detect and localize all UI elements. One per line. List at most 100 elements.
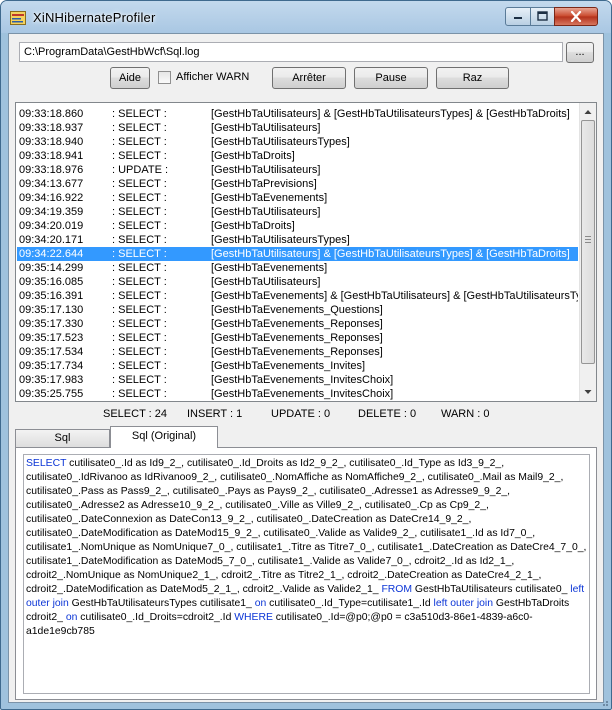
log-row-time: 09:35:17.130 [19,304,84,316]
log-row[interactable]: 09:34:22.644: SELECT : [GestHbTaUtilisate… [17,247,578,261]
tab-sql-original[interactable]: Sql (Original) [110,426,218,448]
log-row-type: : SELECT : [112,136,167,148]
log-row[interactable]: 09:35:17.523: SELECT : [GestHbTaEvenement… [17,331,578,345]
log-row[interactable]: 09:35:14.299: SELECT : [GestHbTaEvenement… [17,261,578,275]
log-row-time: 09:33:18.937 [19,122,84,134]
log-row-type: : SELECT : [112,108,167,120]
stop-button[interactable]: Arrêter [272,67,346,89]
log-row-time: 09:33:18.940 [19,136,84,148]
app-window: XiNHibernateProfiler ... Aide Afficher W… [0,0,612,710]
sql-tabs: Sql Sql (Original) [15,426,597,448]
log-row[interactable]: 09:34:16.922: SELECT : [GestHbTaEvenement… [17,191,578,205]
log-row-type: : SELECT : [112,220,167,232]
log-row[interactable]: 09:35:17.734: SELECT : [GestHbTaEvenement… [17,359,578,373]
log-row[interactable]: 09:35:16.391: SELECT : [GestHbTaEvenement… [17,289,578,303]
sql-keyword: SELECT [26,458,67,469]
sql-keyword: on [65,612,78,623]
select-count: SELECT : 24 [103,408,167,420]
insert-count: INSERT : 1 [187,408,243,420]
log-row-tables: [GestHbTaUtilisateurs] & [GestHbTaUtilis… [211,108,570,120]
minimize-icon [514,17,522,19]
sql-text: cutilisate0_.Id_Droits=cdroit2_.Id [77,612,235,623]
sql-original-panel: SELECT cutilisate0_.Id as Id9_2_, cutili… [15,447,597,700]
scrollbar-thumb[interactable] [581,120,595,364]
log-row-time: 09:35:17.734 [19,360,84,372]
checkbox-box[interactable] [158,71,171,84]
log-row[interactable]: 09:35:17.130 : SELECT : [GestHbTaEvenement… [17,303,578,317]
maximize-button[interactable] [530,7,555,26]
log-row-time: 09:35:17.983 [19,374,84,386]
minimize-button[interactable] [505,7,531,26]
browse-button[interactable]: ... [566,42,594,63]
log-row-time: 09:34:20.019 [19,220,84,232]
log-row-tables: [GestHbTaDroits] [211,150,295,162]
sql-text: GestHbTaUtilisateurs cutilisate0_ [412,584,571,595]
log-row-tables: [GestHbTaEvenements_Invites] [211,360,366,372]
sql-text: cutilisate0_.Id_Type=cutilisate1_.Id [266,598,434,609]
log-row[interactable]: 09:34:20.019: SELECT : [GestHbTaDroits] [17,219,578,233]
log-row-time: 09:35:14.299 [19,262,84,274]
log-path-input[interactable] [19,42,563,62]
log-row[interactable]: 09:34:13.677: SELECT : [GestHbTaPrevision… [17,177,578,191]
log-row-time: 09:35:17.330 [19,318,84,330]
log-row-type: : SELECT : [112,388,167,400]
resize-grip-icon[interactable] [599,697,609,707]
client-area: ... Aide Afficher WARN Arrêter Pause Raz… [8,33,604,703]
sql-keyword: WHERE [234,612,273,623]
pause-button[interactable]: Pause [354,67,428,89]
log-row-time: 09:33:18.941 [19,150,84,162]
log-row[interactable]: 09:33:18.937: SELECT : [GestHbTaUtilisate… [17,121,578,135]
log-row-time: 09:34:16.922 [19,192,84,204]
log-row-tables: [GestHbTaEvenements_InvitesChoix] [211,374,394,386]
log-row[interactable]: 09:34:20.171 : SELECT : [GestHbTaUtilisate… [17,233,578,247]
scroll-up-icon[interactable] [580,104,596,120]
log-row[interactable]: 09:35:17.330 : SELECT : [GestHbTaEvenement… [17,317,578,331]
log-row-tables: [GestHbTaEvenements_Questions] [211,304,383,316]
log-row-type: : SELECT : [112,262,167,274]
log-row-tables: [GestHbTaUtilisateursTypes] [211,234,350,246]
log-row-time: 09:34:20.171 [19,234,84,246]
update-count: UPDATE : 0 [271,408,331,420]
log-row-tables: [GestHbTaUtilisateursTypes] [211,136,350,148]
log-row-type: : SELECT : [112,318,167,330]
close-button[interactable] [554,7,598,26]
title-bar[interactable]: XiNHibernateProfiler [1,1,611,33]
log-row-type: : SELECT : [112,248,167,260]
log-row[interactable]: 09:33:18.941: SELECT : [GestHbTaDroits] [17,149,578,163]
window-title: XiNHibernateProfiler [33,10,156,25]
log-row-tables: [GestHbTaPrevisions] [211,178,317,190]
sql-keyword: left outer join [433,598,494,609]
help-button[interactable]: Aide [110,67,150,89]
log-row[interactable]: 09:35:17.534: SELECT : [GestHbTaEvenement… [17,345,578,359]
vertical-scrollbar[interactable] [579,103,596,401]
log-row[interactable]: 09:33:18.940 : SELECT : [GestHbTaUtilisate… [17,135,578,149]
log-row-tables: [GestHbTaEvenements_Reponses] [211,318,383,330]
log-row[interactable]: 09:35:16.085: SELECT : [GestHbTaUtilisate… [17,275,578,289]
query-log-list[interactable]: 09:33:18.860: SELECT : [GestHbTaUtilisate… [15,102,597,402]
scroll-down-icon[interactable] [580,384,596,400]
show-warn-label[interactable]: Afficher WARN [176,71,249,83]
log-row[interactable]: 09:33:18.976: UPDATE : [GestHbTaUtilisate… [17,163,578,177]
log-row[interactable]: 09:35:25.755: SELECT : [GestHbTaEvenement… [17,387,578,401]
log-row-time: 09:35:17.534 [19,346,84,358]
log-row-tables: [GestHbTaEvenements] & [GestHbTaUtilisat… [211,290,578,302]
log-row-type: : UPDATE : [112,164,169,176]
sql-text: cutilisate0_.Id as Id9_2_, cutilisate0_.… [26,458,587,595]
sql-keyword: FROM [381,584,413,595]
grip-line [585,242,591,243]
app-icon [10,11,26,25]
log-row[interactable]: 09:33:18.860: SELECT : [GestHbTaUtilisate… [17,107,578,121]
log-row-time: 09:34:22.644 [19,248,84,260]
log-row-tables: [GestHbTaEvenements_InvitesChoix] [211,388,394,400]
log-rows: 09:33:18.860: SELECT : [GestHbTaUtilisate… [17,107,578,401]
reset-button[interactable]: Raz [436,67,509,89]
log-row[interactable]: 09:34:19.359: SELECT : [GestHbTaUtilisate… [17,205,578,219]
sql-text-box[interactable]: SELECT cutilisate0_.Id as Id9_2_, cutili… [23,454,590,694]
log-row-tables: [GestHbTaEvenements] [211,192,328,204]
log-row-type: : SELECT : [112,234,167,246]
log-row-type: : SELECT : [112,304,167,316]
log-row[interactable]: 09:35:17.983: SELECT : [GestHbTaEvenement… [17,373,578,387]
log-row-time: 09:35:17.523 [19,332,84,344]
warn-count: WARN : 0 [441,408,490,420]
tab-sql[interactable]: Sql [15,429,110,448]
